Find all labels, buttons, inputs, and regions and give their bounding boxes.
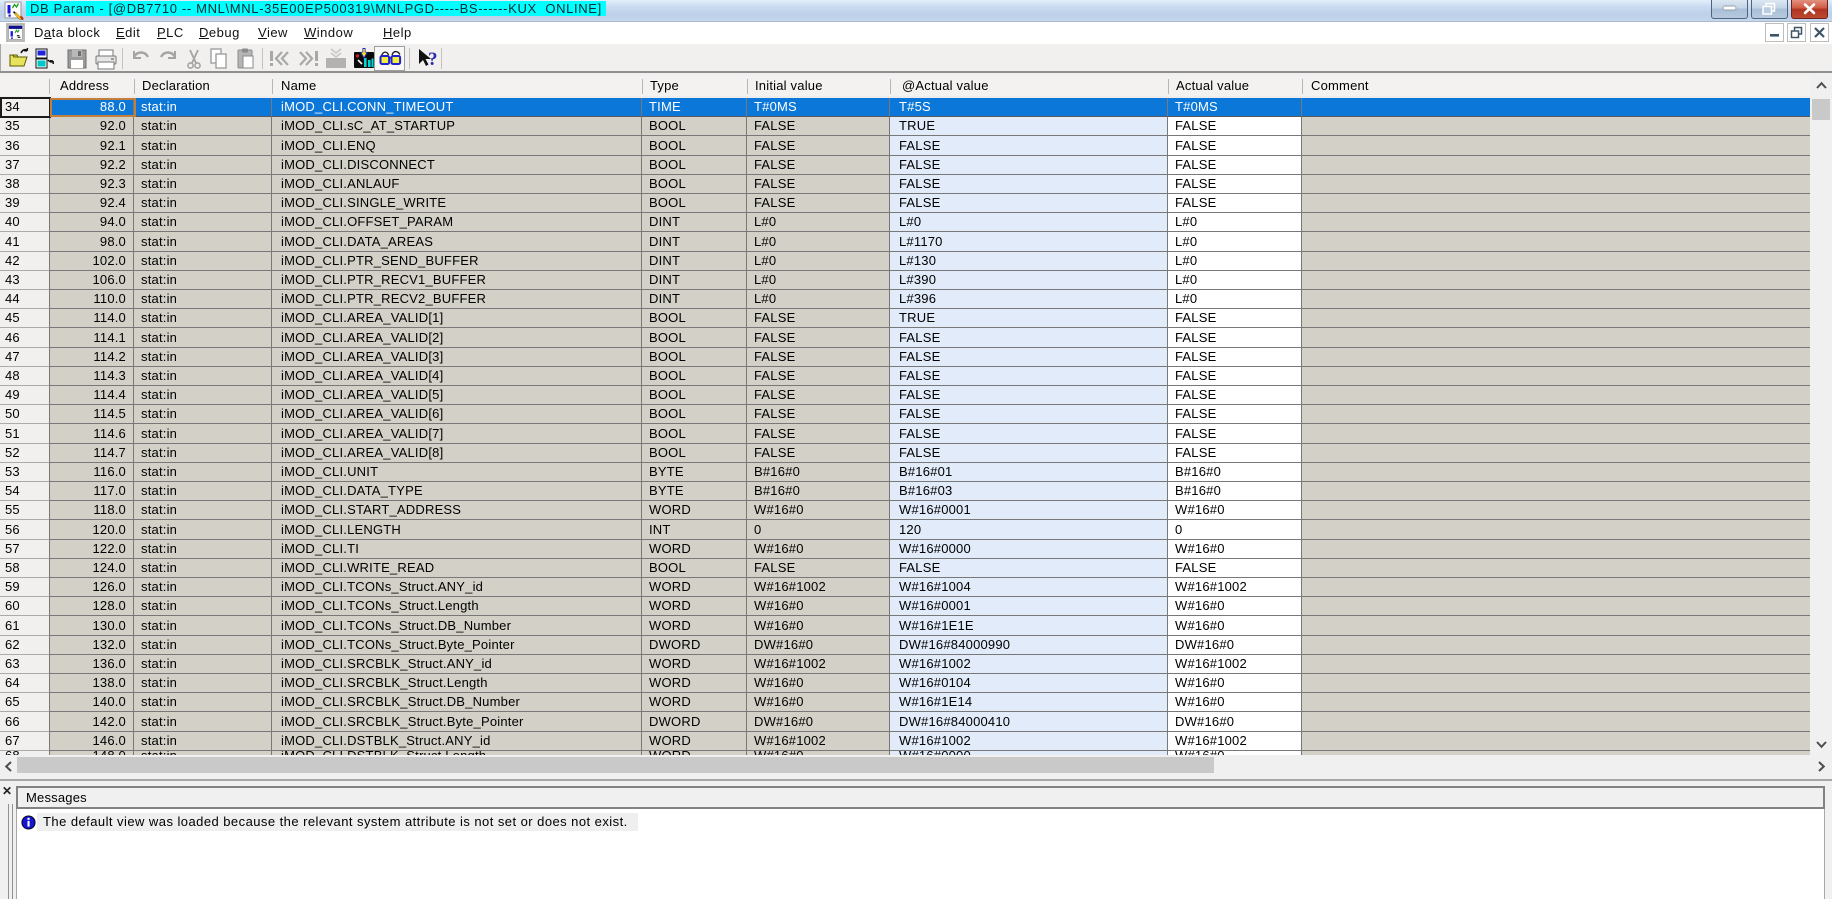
- svg-text:?: ?: [428, 49, 438, 70]
